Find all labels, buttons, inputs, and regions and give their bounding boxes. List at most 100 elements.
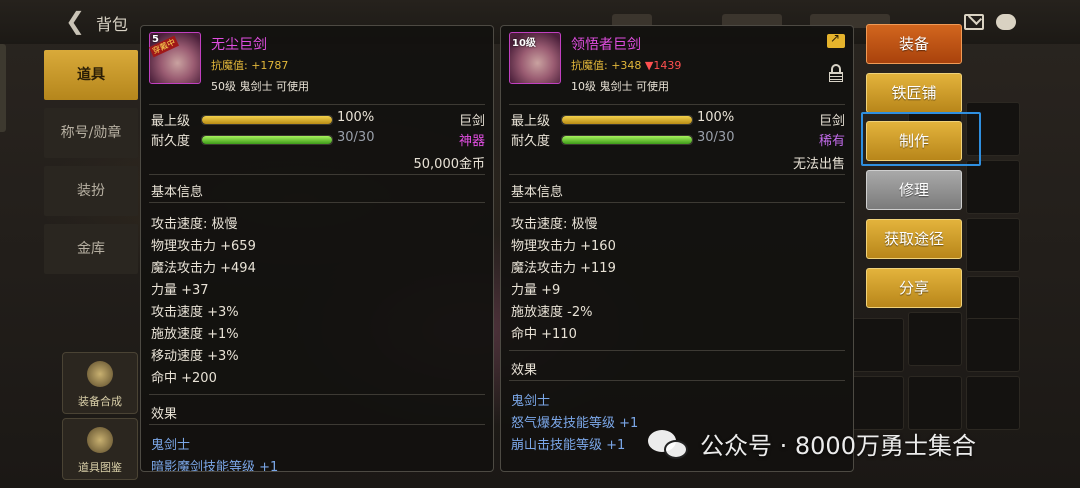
resist-label: 抗魔值:: [211, 59, 252, 72]
resist-diff: ▼1439: [644, 59, 682, 72]
divider: [149, 104, 485, 105]
durability-value: 30/30: [697, 130, 735, 145]
obtain-source-button[interactable]: 获取途径: [866, 219, 962, 259]
sell-price: 50,000金币: [413, 157, 486, 172]
stat-line: 施放速度 +1%: [151, 327, 239, 342]
magic-resist-row: 抗魔值: +1787: [211, 57, 288, 73]
grade-percent: 100%: [697, 110, 735, 125]
durability-bar: [561, 135, 693, 145]
codex-icon: [87, 427, 113, 453]
repair-button[interactable]: 修理: [866, 170, 962, 210]
synthesis-icon: [87, 361, 113, 387]
watermark-text: 公众号 · 8000万勇士集合: [700, 432, 976, 460]
requirement-text: 50级 鬼剑士 可使用: [211, 80, 309, 93]
compared-item-tooltip: 10级 领悟者巨剑 抗魔值: +348 ▼1439 10级 鬼剑士 可使用 最上…: [500, 25, 854, 472]
effect-line: 崩山击技能等级 +1: [511, 438, 626, 453]
basic-info-title: 基本信息: [151, 185, 204, 200]
effects-title: 效果: [151, 407, 178, 422]
effect-line: 暗影魔剑技能等级 +1: [151, 460, 279, 472]
effect-line: 鬼剑士: [511, 394, 551, 409]
grade-bar-fill: [202, 116, 332, 124]
stat-line: 攻击速度 +3%: [151, 305, 239, 320]
chat-icon[interactable]: [996, 14, 1016, 30]
sidebar-item-vault[interactable]: 金库: [44, 224, 138, 274]
inventory-slot[interactable]: [850, 318, 904, 372]
stat-line: 物理攻击力 +659: [151, 239, 256, 254]
effect-line: 鬼剑士: [151, 438, 191, 453]
page-title: 背包: [96, 15, 129, 34]
grade-bar: [201, 115, 333, 125]
durability-bar: [201, 135, 333, 145]
inventory-slot[interactable]: [908, 376, 962, 430]
craft-button[interactable]: 制作: [866, 121, 962, 161]
stat-line: 力量 +9: [511, 283, 561, 298]
grade-percent: 100%: [337, 110, 375, 125]
inventory-sidebar: 道具 称号/勋章 装扮 金库: [44, 50, 140, 282]
resist-value: +348: [611, 59, 642, 72]
divider: [509, 380, 845, 381]
equipment-synthesis-shortcut[interactable]: 装备合成: [62, 352, 138, 414]
item-name: 无尘巨剑: [211, 37, 267, 53]
effects-title: 效果: [511, 363, 538, 378]
shortcut-label: 装备合成: [78, 395, 122, 408]
inventory-slot[interactable]: [966, 376, 1020, 430]
back-arrow-icon[interactable]: ❮: [62, 8, 88, 34]
sidebar-item-titles-medals[interactable]: 称号/勋章: [44, 108, 138, 158]
durability-value: 30/30: [337, 130, 375, 145]
equip-button[interactable]: 装备: [866, 24, 962, 64]
durability-bar-fill: [202, 136, 332, 144]
sidebar-item-avatar[interactable]: 装扮: [44, 166, 138, 216]
divider: [149, 424, 485, 425]
share-button[interactable]: 分享: [866, 268, 962, 308]
inventory-slot[interactable]: [966, 318, 1020, 372]
durability-label: 耐久度: [151, 134, 191, 149]
durability-label: 耐久度: [511, 134, 551, 149]
divider: [509, 104, 845, 105]
rarity-label: 神器: [458, 134, 485, 149]
wechat-logo-icon: [648, 430, 692, 460]
lock-icon[interactable]: [829, 64, 843, 82]
divider: [509, 174, 845, 175]
divider: [509, 202, 845, 203]
stat-line: 移动速度 +3%: [151, 349, 239, 364]
divider: [509, 350, 845, 351]
greatsword-icon: 10级: [509, 32, 561, 84]
sidebar-item-items[interactable]: 道具: [44, 50, 138, 100]
weapon-type: 巨剑: [458, 114, 485, 129]
effect-line: 怒气爆发技能等级 +1: [511, 416, 639, 431]
greatsword-icon: 5 穿戴中: [148, 32, 201, 84]
resist-value: +1787: [251, 59, 289, 72]
stat-line: 命中 +110: [511, 327, 577, 342]
durability-bar-fill: [562, 136, 692, 144]
stat-line: 攻击速度: 极慢: [151, 217, 238, 232]
drawer-handle[interactable]: [0, 44, 6, 132]
divider: [149, 394, 485, 395]
stat-line: 物理攻击力 +160: [511, 239, 616, 254]
stat-line: 魔法攻击力 +119: [511, 261, 616, 276]
resist-label: 抗魔值:: [571, 59, 612, 72]
weapon-type: 巨剑: [818, 114, 845, 129]
item-codex-shortcut[interactable]: 道具图鉴: [62, 418, 138, 480]
rarity-label: 稀有: [818, 134, 845, 149]
grade-label: 最上级: [511, 114, 551, 129]
grade-label: 最上级: [151, 114, 191, 129]
inventory-slot[interactable]: [966, 218, 1020, 272]
blacksmith-button[interactable]: 铁匠铺: [866, 73, 962, 113]
magic-resist-row: 抗魔值: +348 ▼1439: [571, 57, 681, 73]
stat-line: 攻击速度: 极慢: [511, 217, 598, 232]
sell-price: 无法出售: [792, 157, 845, 172]
inventory-slot[interactable]: [966, 160, 1020, 214]
stat-line: 命中 +200: [151, 371, 217, 386]
requirement-text: 10级 鬼剑士 可使用: [571, 80, 669, 93]
mail-icon[interactable]: [964, 14, 984, 30]
divider: [149, 202, 485, 203]
stat-line: 魔法攻击力 +494: [151, 261, 256, 276]
inventory-slot[interactable]: [850, 376, 904, 430]
compare-toggle-icon[interactable]: [827, 31, 845, 48]
item-name: 领悟者巨剑: [571, 37, 641, 53]
stat-line: 力量 +37: [151, 283, 209, 298]
inventory-slot[interactable]: [908, 312, 962, 366]
shortcut-label: 道具图鉴: [78, 461, 122, 474]
basic-info-title: 基本信息: [511, 185, 564, 200]
divider: [149, 174, 485, 175]
